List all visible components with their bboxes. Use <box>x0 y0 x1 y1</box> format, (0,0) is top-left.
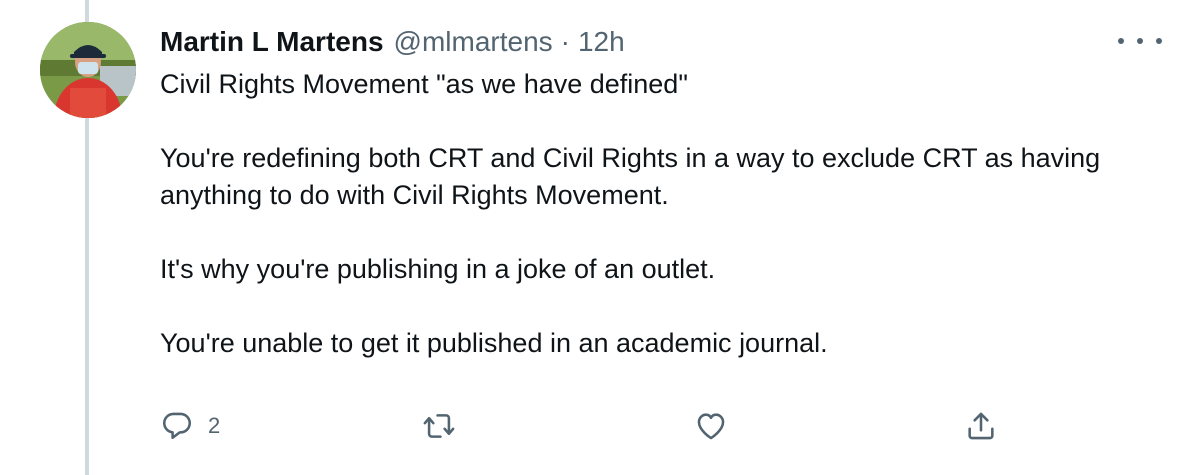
share-button[interactable] <box>964 402 1012 450</box>
retweet-icon <box>423 414 455 438</box>
more-dot <box>1118 38 1124 44</box>
tweet-actions: 2 <box>160 402 1020 450</box>
tweet-timestamp[interactable]: 12h <box>578 22 625 62</box>
avatar-photo-icon <box>40 22 136 118</box>
user-avatar[interactable] <box>40 22 136 118</box>
like-button[interactable] <box>694 402 742 450</box>
header-separator: · <box>560 26 570 57</box>
tweet-paragraph: You're redefining both CRT and Civil Rig… <box>160 143 1101 210</box>
reply-icon <box>162 412 192 440</box>
more-dot <box>1137 38 1143 44</box>
share-icon <box>968 412 994 440</box>
tweet-text: Civil Rights Movement "as we have define… <box>160 66 1160 362</box>
tweet-header: Martin L Martens @mlmartens · 12h <box>160 22 625 62</box>
more-options-icon[interactable] <box>1118 26 1162 56</box>
tweet-paragraph: You're unable to get it published in an … <box>160 328 828 358</box>
reply-count: 2 <box>208 413 221 438</box>
tweet-card[interactable]: Martin L Martens @mlmartens · 12h Civil … <box>0 0 1200 475</box>
author-name[interactable]: Martin L Martens <box>160 22 384 62</box>
tweet-paragraph: Civil Rights Movement "as we have define… <box>160 69 688 99</box>
tweet-paragraph: It's why you're publishing in a joke of … <box>160 254 716 284</box>
retweet-button[interactable] <box>422 402 470 450</box>
heart-icon <box>697 413 725 440</box>
author-handle[interactable]: @mlmartens <box>394 22 553 62</box>
reply-button[interactable]: 2 <box>160 402 220 450</box>
more-dot <box>1156 38 1162 44</box>
